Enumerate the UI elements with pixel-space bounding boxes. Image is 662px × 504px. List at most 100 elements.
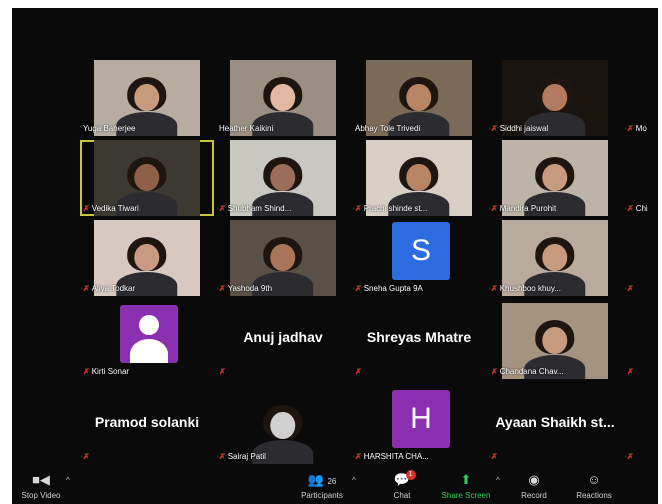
participant-name: Yashoda 9th xyxy=(227,284,273,293)
muted-mic-icon: ✗ xyxy=(219,367,226,376)
participant-name: Sneha Gupta 9A xyxy=(363,284,423,293)
participant-tile[interactable]: N✗ xyxy=(624,220,658,296)
participant-tile[interactable]: ✗ Aliya Todkar xyxy=(80,220,214,296)
muted-mic-icon: ✗ xyxy=(83,367,90,376)
participant-tile[interactable]: ✗ Chandana Chav... xyxy=(488,303,622,379)
participant-initial-avatar: S xyxy=(392,222,450,280)
participant-tile[interactable]: Yuga Banerjee xyxy=(80,60,214,136)
video-camera-icon: ■◀ xyxy=(32,472,50,487)
participant-name: Kirti Sonar xyxy=(91,367,130,376)
record-label: Record xyxy=(521,491,547,500)
participant-name: Vedika Tiwari xyxy=(91,204,139,213)
participant-name-large: N xyxy=(624,246,658,262)
participant-label: Abhay Tole Trivedi xyxy=(355,124,420,133)
participant-initial-avatar: H xyxy=(392,390,450,448)
participants-options-caret-icon[interactable]: ^ xyxy=(352,476,356,485)
participant-name: Heather Kaikini xyxy=(219,124,274,133)
participant-tile[interactable]: Om ✗ xyxy=(624,303,658,379)
participant-count: 26 xyxy=(327,477,337,486)
participant-tile[interactable]: Pramod solanki ✗ xyxy=(80,388,214,464)
participant-label: ✗ xyxy=(627,284,634,293)
participant-name: Khushboo khuy... xyxy=(499,284,561,293)
reactions-smiley-icon: ☺ xyxy=(587,472,601,487)
share-screen-icon: ⬆ xyxy=(460,472,472,487)
participant-label: ✗ Sairaj Patil xyxy=(219,452,266,461)
zoom-meeting-window: Yuga Banerjee Heather Kaikini Abhay Tole T… xyxy=(12,8,658,504)
muted-mic-icon: ✗ xyxy=(355,204,362,213)
participant-name-large: Ayaan Shaikh st... xyxy=(495,414,615,430)
muted-mic-icon: ✗ xyxy=(627,204,634,213)
participant-label: ✗ Mo xyxy=(627,124,647,133)
participant-name: Yuga Banerjee xyxy=(83,124,136,133)
participant-label: ✗ Vedika Tiwari xyxy=(83,204,139,213)
default-avatar-icon xyxy=(120,305,178,363)
participant-label: ✗ Prachi shinde st... xyxy=(355,204,427,213)
muted-mic-icon: ✗ xyxy=(355,284,362,293)
participant-tile[interactable]: ✗ Chi xyxy=(624,140,658,216)
participant-tile[interactable]: ✗ Prachi shinde st... xyxy=(352,140,486,216)
participant-name: Mandira Purohit xyxy=(499,204,557,213)
participant-name: Chi xyxy=(635,204,648,213)
participant-tile[interactable]: S ✗ Sneha Gupta 9A xyxy=(352,220,486,296)
muted-mic-icon: ✗ xyxy=(83,204,90,213)
participant-tile[interactable]: Abhay Tole Trivedi xyxy=(352,60,486,136)
chat-button[interactable]: 💬 1 Chat xyxy=(384,470,420,500)
participant-name-large: Shreyas Mhatre xyxy=(366,329,472,345)
reactions-button[interactable]: ☺ Reactions xyxy=(572,472,616,500)
participant-label: ✗ HARSHITA CHA... xyxy=(355,452,429,461)
participant-label: ✗ Aliya Todkar xyxy=(83,284,135,293)
participant-tile[interactable]: Ayaan Shaikh st... ✗ xyxy=(488,388,622,464)
participant-tile[interactable]: ✗ Siddhi jaiswal xyxy=(488,60,622,136)
muted-mic-icon: ✗ xyxy=(491,284,498,293)
muted-mic-icon: ✗ xyxy=(627,452,634,461)
muted-mic-icon: ✗ xyxy=(491,452,498,461)
participants-button[interactable]: 👥 26 Participants xyxy=(294,472,350,500)
participant-name: Siddhi jaiswal xyxy=(499,124,549,133)
chat-unread-badge: 1 xyxy=(405,470,416,480)
participant-tile[interactable]: ✗ Sairaj Patil xyxy=(216,388,350,464)
participant-name: HARSHITA CHA... xyxy=(363,452,429,461)
participant-name: Mo xyxy=(635,124,647,133)
participant-name-large: Om xyxy=(624,329,658,345)
participant-tile[interactable]: H ✗ HARSHITA CHA... xyxy=(352,388,486,464)
participant-tile[interactable]: Shreyas Mhatre ✗ xyxy=(352,303,486,379)
participant-name: Prachi shinde st... xyxy=(363,204,428,213)
participant-name: Shubham Shind... xyxy=(227,204,292,213)
record-button[interactable]: ◉ Record xyxy=(514,472,554,500)
muted-mic-icon: ✗ xyxy=(219,284,226,293)
participant-label: ✗ Mandira Purohit xyxy=(491,204,556,213)
record-icon: ◉ xyxy=(528,472,540,487)
muted-mic-icon: ✗ xyxy=(83,284,90,293)
participant-label: ✗ xyxy=(627,452,634,461)
participant-tile[interactable]: Dee ✗ xyxy=(624,388,658,464)
participant-label: ✗ Khushboo khuy... xyxy=(491,284,561,293)
participant-tile[interactable]: Anuj jadhav ✗ xyxy=(216,303,350,379)
participant-name: Sairaj Patil xyxy=(227,452,266,461)
participant-label: ✗ Yashoda 9th xyxy=(219,284,272,293)
participants-label: Participants xyxy=(301,491,343,500)
participant-label: ✗ xyxy=(491,452,498,461)
participant-tile[interactable]: ✗ Mo xyxy=(624,60,658,136)
participant-tile[interactable]: ✗ Shubham Shind... xyxy=(216,140,350,216)
participant-tile[interactable]: Heather Kaikini xyxy=(216,60,350,136)
muted-mic-icon: ✗ xyxy=(219,452,226,461)
participant-tile[interactable]: ✗ Vedika Tiwari xyxy=(80,140,214,216)
participant-label: ✗ Chandana Chav... xyxy=(491,367,564,376)
participant-label: ✗ xyxy=(83,452,90,461)
participant-tile[interactable]: ✗ Mandira Purohit xyxy=(488,140,622,216)
participant-name-large: Dee xyxy=(624,414,658,430)
video-options-caret-icon[interactable]: ^ xyxy=(66,476,70,485)
participant-tile[interactable]: ✗ Kirti Sonar xyxy=(80,303,214,379)
participant-label: ✗ xyxy=(355,367,362,376)
participant-label: ✗ Kirti Sonar xyxy=(83,367,129,376)
participant-label: Heather Kaikini xyxy=(219,124,273,133)
stop-video-label: Stop Video xyxy=(21,491,61,500)
share-options-caret-icon[interactable]: ^ xyxy=(496,476,500,485)
share-screen-button[interactable]: ⬆ Share Screen xyxy=(436,472,496,500)
stop-video-button[interactable]: ■◀ Stop Video xyxy=(16,472,66,500)
participant-tile[interactable]: ✗ Yashoda 9th xyxy=(216,220,350,296)
participant-name-large: Anuj jadhav xyxy=(243,329,323,345)
muted-mic-icon: ✗ xyxy=(219,204,226,213)
muted-mic-icon: ✗ xyxy=(491,367,498,376)
participant-tile[interactable]: ✗ Khushboo khuy... xyxy=(488,220,622,296)
